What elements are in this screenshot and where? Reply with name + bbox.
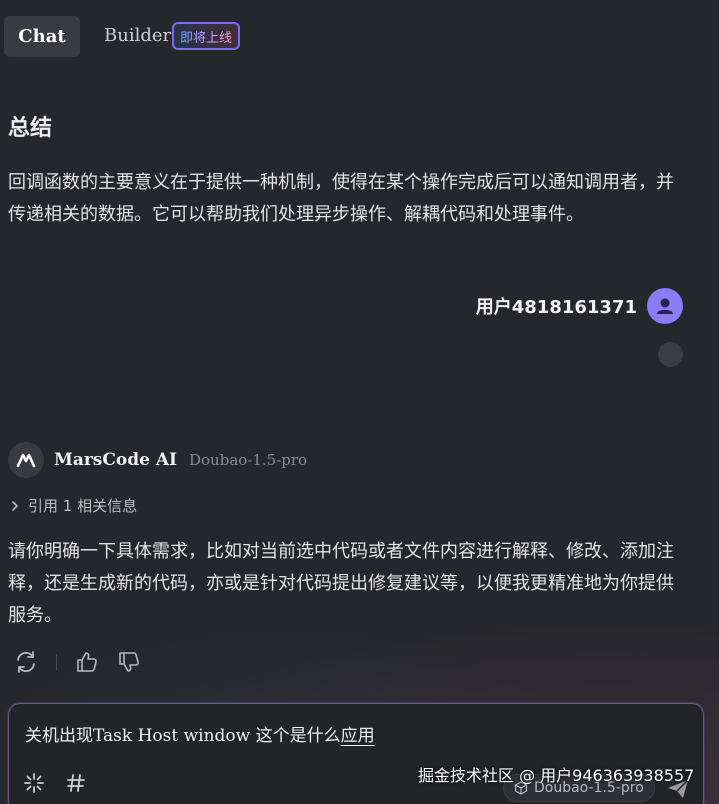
chevron-right-icon (12, 500, 18, 511)
ai-name: MarsCode AI (54, 450, 177, 470)
tab-builder[interactable]: Builder (104, 25, 171, 46)
thumbs-up-icon (77, 652, 97, 672)
message-actions (12, 648, 143, 676)
refresh-icon (17, 651, 35, 673)
marscode-logo (8, 442, 44, 478)
top-tab-bar: Chat Builder 即将上线 (0, 0, 719, 70)
hash-button[interactable] (65, 772, 87, 798)
ai-reply-paragraph: 请你明确一下具体需求，比如对当前选中代码或者文件内容进行解释、修改、添加注释，还… (8, 541, 674, 626)
marscode-logo-icon (16, 453, 36, 468)
chat-input-text-underlined: 应用 (340, 726, 375, 746)
user-message-header: 用户4818161371 (476, 288, 683, 324)
coming-soon-badge: 即将上线 (172, 22, 241, 50)
summary-paragraph: 回调函数的主要意义在于提供一种机制，使得在某个操作完成后可以通知调用者，并传递相… (8, 172, 674, 225)
like-button[interactable] (73, 648, 101, 676)
sparkle-icon (24, 773, 44, 793)
summary-heading: 总结 (8, 116, 53, 141)
sparkle-button[interactable] (23, 772, 45, 798)
regenerate-button[interactable] (12, 648, 40, 676)
ai-model-label: Doubao-1.5-pro (189, 451, 308, 469)
chat-input-field[interactable]: 关机出现Task Host window 这个是什么应用 (25, 721, 375, 746)
coming-soon-badge-label: 即将上线 (180, 27, 232, 46)
user-name: 用户4818161371 (475, 297, 637, 318)
action-divider (56, 654, 57, 670)
loading-indicator (658, 342, 683, 367)
chat-input-text: 关机出现Task Host window 这个是什么 (25, 726, 341, 746)
tab-chat[interactable]: Chat (4, 16, 80, 57)
reference-label: 引用 1 相关信息 (28, 497, 138, 515)
input-toolbar (23, 772, 87, 798)
user-icon (657, 298, 673, 314)
user-avatar (647, 288, 683, 324)
chat-input-box[interactable]: 关机出现Task Host window 这个是什么应用 Doubao-1.5-… (8, 703, 704, 804)
dislike-button[interactable] (115, 648, 143, 676)
watermark: 掘金技术社区 @ 用户946363938557 (418, 766, 695, 785)
hash-icon (67, 774, 85, 792)
ai-message-header: MarsCode AI Doubao-1.5-pro (8, 442, 307, 478)
thumbs-down-icon (119, 652, 139, 672)
reference-toggle[interactable]: 引用 1 相关信息 (10, 495, 137, 516)
